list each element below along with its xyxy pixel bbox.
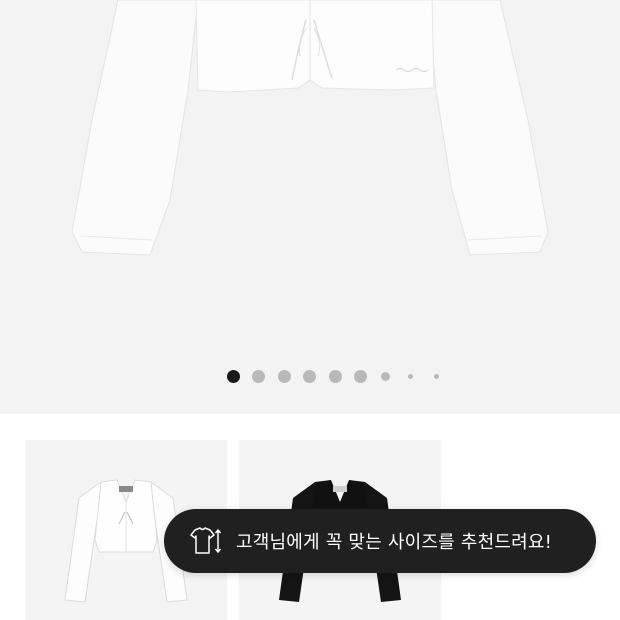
pagination-dot[interactable] (303, 370, 316, 383)
pagination-dot[interactable] (329, 370, 342, 383)
pagination-dot[interactable] (354, 370, 367, 383)
pagination-dot[interactable] (408, 374, 413, 379)
pagination-dot-active[interactable] (227, 370, 240, 383)
pagination-dot[interactable] (381, 372, 390, 381)
pagination-dot[interactable] (434, 374, 439, 379)
pagination-dot[interactable] (252, 370, 265, 383)
gallery-pagination[interactable] (0, 370, 620, 384)
size-recommendation-text: 고객님에게 꼭 맞는 사이즈를 추천드려요! (236, 532, 553, 553)
product-main-image (71, 0, 549, 256)
tshirt-size-icon (190, 527, 222, 554)
size-recommendation-toast[interactable]: 고객님에게 꼭 맞는 사이즈를 추천드려요! (164, 509, 596, 573)
pagination-dot[interactable] (278, 370, 291, 383)
product-image-gallery[interactable] (0, 0, 620, 414)
